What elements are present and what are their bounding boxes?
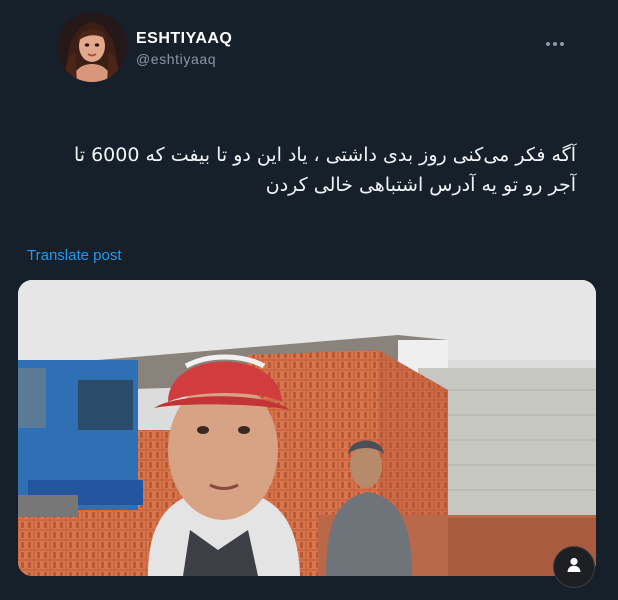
person-icon <box>565 556 583 579</box>
tweet-text-line: آگه فکر می‌کنی روز بدی داشتی ، یاد این د… <box>73 144 576 166</box>
avatar[interactable] <box>57 12 127 82</box>
display-name[interactable]: ESHTIYAAQ <box>136 30 232 48</box>
user-handle[interactable]: @eshtiyaaq <box>136 51 216 67</box>
tweet-photo[interactable] <box>18 280 596 576</box>
account-button[interactable] <box>553 546 595 588</box>
translate-post-link[interactable]: Translate post <box>27 247 122 264</box>
tweet-text: آگه فکر می‌کنی روز بدی داشتی ، یاد این د… <box>36 140 576 200</box>
more-options-button[interactable] <box>538 30 572 54</box>
more-horizontal-icon <box>544 33 566 51</box>
tweet-card: ESHTIYAAQ @eshtiyaaq آگه فکر می‌کنی روز … <box>0 0 618 600</box>
tweet-text-line: آجر رو تو یه آدرس اشتباهی خالی کردن <box>265 174 576 196</box>
